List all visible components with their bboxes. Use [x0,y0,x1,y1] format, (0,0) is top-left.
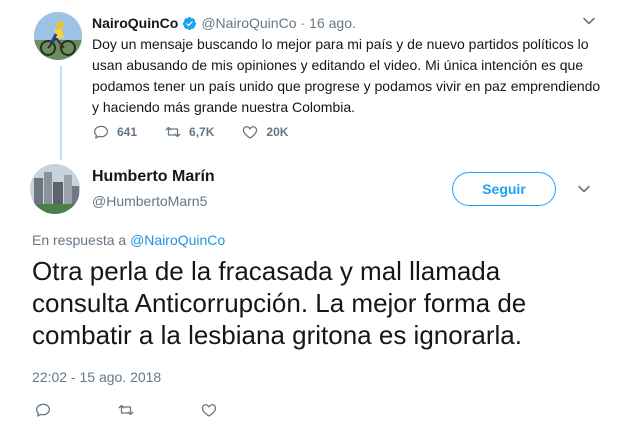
like-icon[interactable] [200,401,218,419]
follow-button[interactable]: Seguir [452,172,556,206]
reply-icon [93,125,109,139]
parent-display-name[interactable]: NairoQuinCo [92,15,178,31]
retweet-button[interactable]: 6,7K [164,123,214,141]
reply-button[interactable]: 641 [92,123,137,141]
parent-tweet-text: Doy un mensaje buscando lo mejor para mi… [92,36,601,115]
chevron-down-icon[interactable] [577,182,591,196]
reply-prefix: En respuesta a [32,232,127,248]
reply-context: En respuesta a @NairoQuinCo [32,232,225,248]
like-count: 20K [266,125,289,139]
thread-connector-line [60,66,62,160]
parent-tweet-header: NairoQuinCo @NairoQuinCo · 16 ago. [92,13,598,33]
parent-handle[interactable]: @NairoQuinCo [201,15,296,31]
reply-count: 641 [117,125,138,139]
reply-icon[interactable] [34,401,52,419]
retweet-count: 6,7K [189,125,215,139]
parent-tweet[interactable]: NairoQuinCo @NairoQuinCo · 16 ago. Doy u… [0,0,618,160]
chevron-down-icon[interactable] [582,14,596,28]
parent-avatar[interactable] [34,12,82,60]
separator-dot: · [300,15,306,31]
main-tweet-text: Otra perla de la fracasada y mal llamada… [32,256,527,350]
parent-action-bar: 641 6,7K 20K [92,122,315,142]
parent-timestamp[interactable]: 16 ago. [309,15,356,31]
main-action-bar [34,400,283,420]
author-avatar[interactable] [30,164,80,214]
like-icon [243,126,258,139]
verified-badge-icon [183,16,197,30]
main-tweet: Humberto Marín @HumbertoMarn5 Seguir En … [0,152,618,429]
like-button[interactable]: 20K [241,123,288,141]
retweet-icon[interactable] [117,401,135,419]
author-handle[interactable]: @HumbertoMarn5 [92,193,207,209]
retweet-icon [165,126,181,138]
author-display-name[interactable]: Humberto Marín [92,168,215,186]
main-tweet-timestamp[interactable]: 22:02 - 15 ago. 2018 [32,369,161,385]
reply-to-link[interactable]: @NairoQuinCo [130,232,225,248]
